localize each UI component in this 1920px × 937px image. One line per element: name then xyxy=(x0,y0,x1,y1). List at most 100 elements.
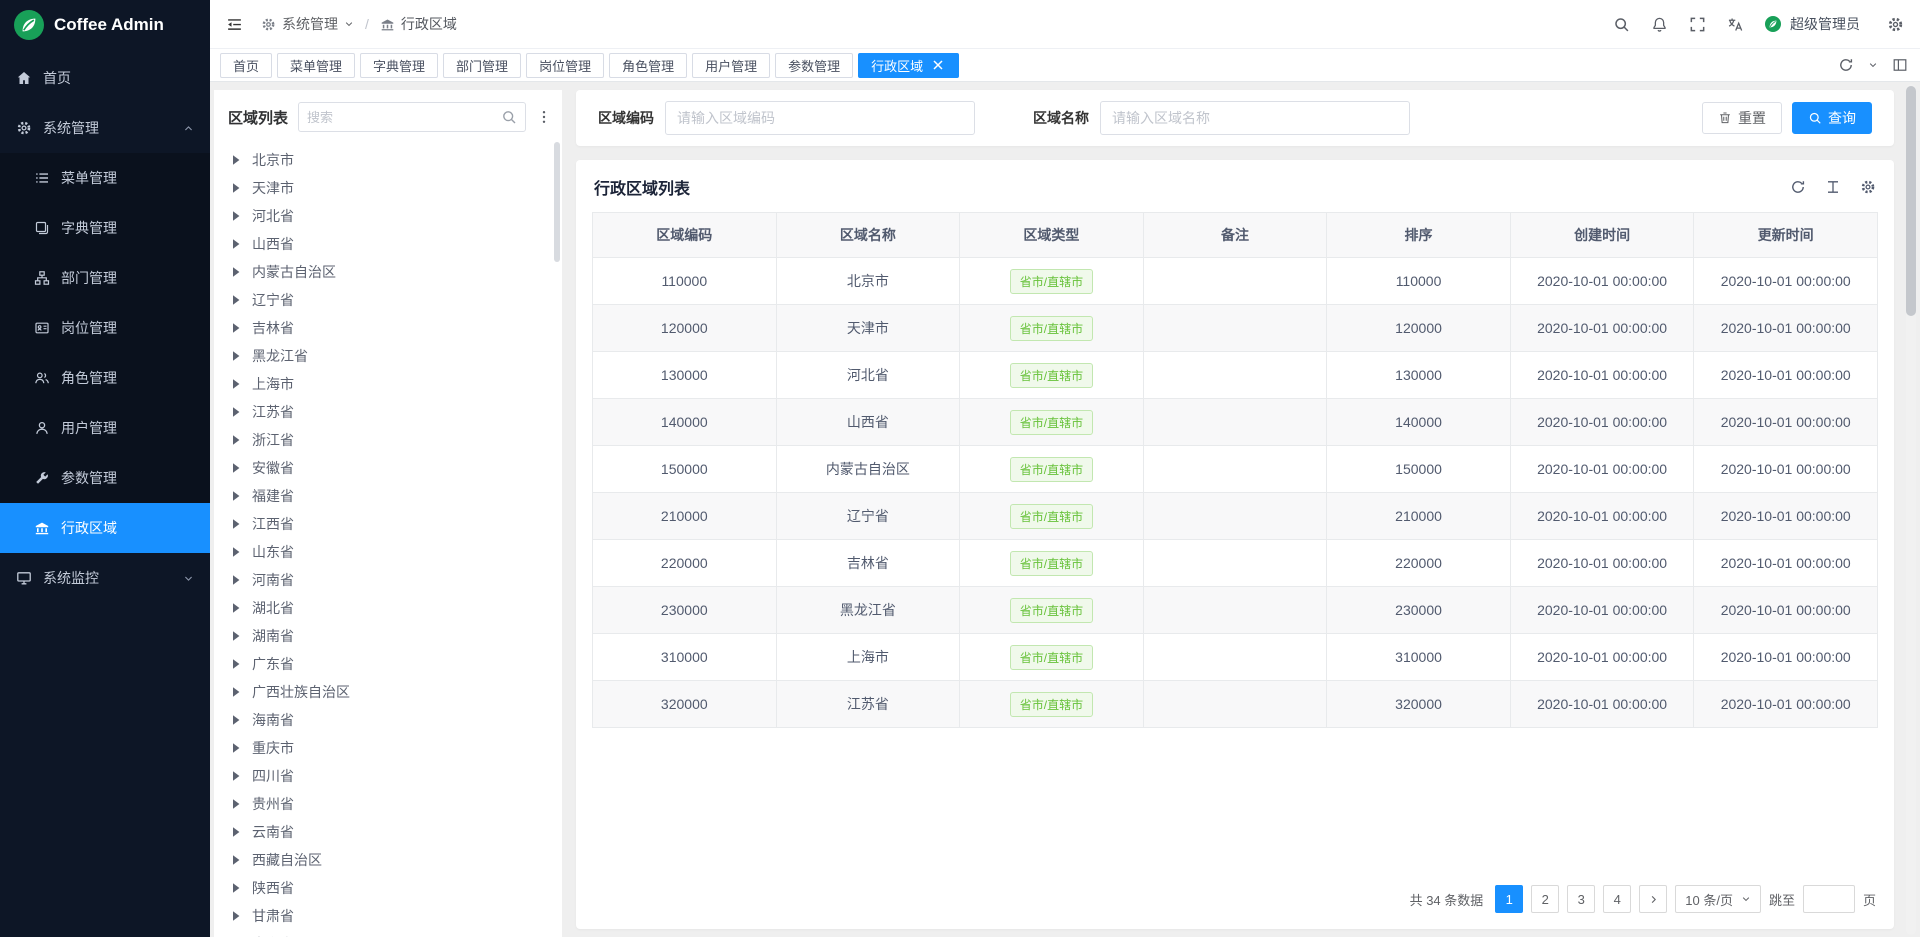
tree-item[interactable]: 湖南省 xyxy=(228,622,562,650)
close-icon[interactable] xyxy=(930,57,946,73)
sidebar-item-param-management[interactable]: 参数管理 xyxy=(0,453,210,503)
sidebar-item-home[interactable]: 首页 xyxy=(0,53,210,103)
expand-caret-icon[interactable] xyxy=(228,460,244,476)
region-name-input[interactable] xyxy=(1100,101,1410,135)
expand-caret-icon[interactable] xyxy=(228,796,244,812)
tree-item[interactable]: 浙江省 xyxy=(228,426,562,454)
expand-caret-icon[interactable] xyxy=(228,236,244,252)
expand-caret-icon[interactable] xyxy=(228,208,244,224)
sidebar-item-system-management[interactable]: 系统管理 xyxy=(0,103,210,153)
tree-item[interactable]: 重庆市 xyxy=(228,734,562,762)
tree-item[interactable]: 甘肃省 xyxy=(228,902,562,930)
tab-actions-chevron-icon[interactable] xyxy=(1868,60,1878,70)
expand-caret-icon[interactable] xyxy=(228,684,244,700)
tree-item[interactable]: 山西省 xyxy=(228,230,562,258)
page-button[interactable]: 3 xyxy=(1567,885,1595,913)
row-density-icon[interactable] xyxy=(1825,179,1841,195)
settings-gear-icon[interactable] xyxy=(1887,16,1904,33)
expand-caret-icon[interactable] xyxy=(228,404,244,420)
global-search-icon[interactable] xyxy=(1613,16,1630,33)
tree-item[interactable]: 山东省 xyxy=(228,538,562,566)
reset-button[interactable]: 重置 xyxy=(1702,102,1782,134)
tree-item[interactable]: 江苏省 xyxy=(228,398,562,426)
language-switch-icon[interactable] xyxy=(1727,16,1744,33)
page-size-select[interactable]: 10 条/页 xyxy=(1675,885,1761,913)
tree-item[interactable]: 北京市 xyxy=(228,146,562,174)
tree-search-input[interactable] xyxy=(307,110,495,125)
sidebar-item-system-monitor[interactable]: 系统监控 xyxy=(0,553,210,603)
tree-item[interactable]: 内蒙古自治区 xyxy=(228,258,562,286)
layout-panel-icon[interactable] xyxy=(1892,57,1908,73)
expand-caret-icon[interactable] xyxy=(228,544,244,560)
sidebar-item-user-management[interactable]: 用户管理 xyxy=(0,403,210,453)
expand-caret-icon[interactable] xyxy=(228,264,244,280)
refresh-tab-icon[interactable] xyxy=(1838,57,1854,73)
tree-item[interactable]: 西藏自治区 xyxy=(228,846,562,874)
tree-item[interactable]: 陕西省 xyxy=(228,874,562,902)
tree-scrollbar[interactable] xyxy=(554,142,560,342)
sidebar-item-post-management[interactable]: 岗位管理 xyxy=(0,303,210,353)
expand-caret-icon[interactable] xyxy=(228,348,244,364)
expand-caret-icon[interactable] xyxy=(228,488,244,504)
tree-item[interactable]: 海南省 xyxy=(228,706,562,734)
notifications-icon[interactable] xyxy=(1651,16,1668,33)
expand-caret-icon[interactable] xyxy=(228,824,244,840)
tree-item[interactable]: 湖北省 xyxy=(228,594,562,622)
refresh-table-icon[interactable] xyxy=(1790,179,1806,195)
tree-item[interactable]: 广西壮族自治区 xyxy=(228,678,562,706)
page-button[interactable]: 4 xyxy=(1603,885,1631,913)
page-scrollbar-thumb[interactable] xyxy=(1906,86,1916,316)
tab-item[interactable]: 菜单管理 xyxy=(277,53,355,78)
sidebar-item-dict-management[interactable]: 字典管理 xyxy=(0,203,210,253)
sidebar-item-menu-management[interactable]: 菜单管理 xyxy=(0,153,210,203)
tree-item[interactable]: 黑龙江省 xyxy=(228,342,562,370)
expand-caret-icon[interactable] xyxy=(228,768,244,784)
tree-item[interactable]: 辽宁省 xyxy=(228,286,562,314)
tree-more-icon[interactable] xyxy=(536,109,552,125)
user-menu[interactable]: 超级管理员 xyxy=(1765,14,1860,34)
expand-caret-icon[interactable] xyxy=(228,740,244,756)
tree-item[interactable]: 天津市 xyxy=(228,174,562,202)
tree-item[interactable]: 青海省 xyxy=(228,930,562,937)
tree-item[interactable]: 江西省 xyxy=(228,510,562,538)
region-code-input[interactable] xyxy=(665,101,975,135)
expand-caret-icon[interactable] xyxy=(228,852,244,868)
page-scrollbar[interactable] xyxy=(1906,84,1916,935)
tree-item[interactable]: 安徽省 xyxy=(228,454,562,482)
tree-scrollbar-thumb[interactable] xyxy=(554,142,560,262)
fullscreen-icon[interactable] xyxy=(1689,16,1706,33)
tree-item[interactable]: 上海市 xyxy=(228,370,562,398)
tab-item[interactable]: 首页 xyxy=(220,53,272,78)
tab-item[interactable]: 用户管理 xyxy=(692,53,770,78)
jump-page-input[interactable] xyxy=(1803,885,1855,913)
tree-item[interactable]: 吉林省 xyxy=(228,314,562,342)
breadcrumb-current[interactable]: 行政区域 xyxy=(401,14,457,34)
expand-caret-icon[interactable] xyxy=(228,432,244,448)
expand-caret-icon[interactable] xyxy=(228,628,244,644)
search-button[interactable]: 查询 xyxy=(1792,102,1872,134)
breadcrumb-root[interactable]: 系统管理 xyxy=(282,14,338,34)
expand-caret-icon[interactable] xyxy=(228,152,244,168)
page-button[interactable]: 2 xyxy=(1531,885,1559,913)
tree-item[interactable]: 福建省 xyxy=(228,482,562,510)
page-button[interactable]: 1 xyxy=(1495,885,1523,913)
tree-item[interactable]: 河南省 xyxy=(228,566,562,594)
tree-item[interactable]: 云南省 xyxy=(228,818,562,846)
expand-caret-icon[interactable] xyxy=(228,572,244,588)
expand-caret-icon[interactable] xyxy=(228,656,244,672)
tree-item[interactable]: 贵州省 xyxy=(228,790,562,818)
sidebar-collapse-icon[interactable] xyxy=(226,16,243,33)
search-icon[interactable] xyxy=(501,109,517,125)
sidebar-item-dept-management[interactable]: 部门管理 xyxy=(0,253,210,303)
tab-item[interactable]: 参数管理 xyxy=(775,53,853,78)
tab-item[interactable]: 角色管理 xyxy=(609,53,687,78)
tab-item[interactable]: 岗位管理 xyxy=(526,53,604,78)
logo[interactable]: Coffee Admin xyxy=(0,0,210,49)
column-settings-icon[interactable] xyxy=(1860,179,1876,195)
expand-caret-icon[interactable] xyxy=(228,908,244,924)
expand-caret-icon[interactable] xyxy=(228,180,244,196)
expand-caret-icon[interactable] xyxy=(228,516,244,532)
expand-caret-icon[interactable] xyxy=(228,292,244,308)
tree-item[interactable]: 广东省 xyxy=(228,650,562,678)
sidebar-item-admin-region[interactable]: 行政区域 xyxy=(0,503,210,553)
